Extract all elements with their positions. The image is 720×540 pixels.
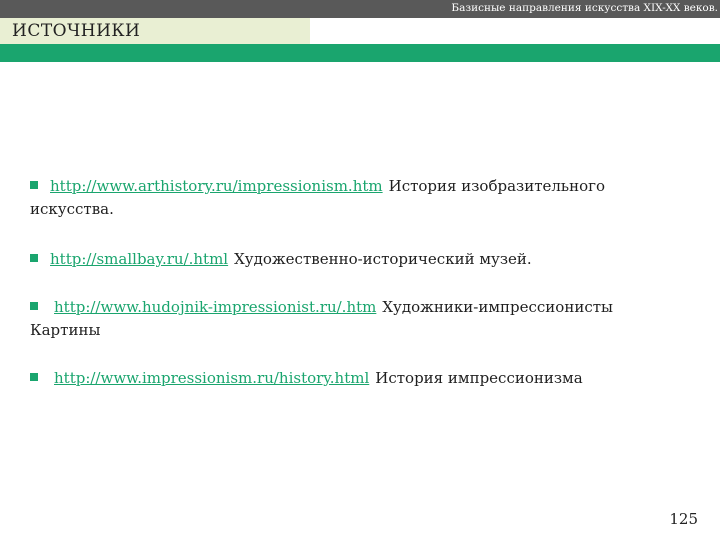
square-bullet-icon [30,373,38,381]
accent-bar [0,44,720,62]
source-description: Художественно-исторический музей. [234,250,532,268]
square-bullet-icon [30,254,38,262]
source-link[interactable]: http://www.impressionism.ru/history.html [54,369,369,387]
header-bar: Базисные направления искусства XIX-XX ве… [0,0,720,18]
source-description: Художники-импрессионисты [382,298,613,316]
course-title: Базисные направления искусства XIX-XX ве… [451,2,718,14]
source-link[interactable]: http://www.arthistory.ru/impressionism.h… [50,177,383,195]
square-bullet-icon [30,181,38,189]
source-link[interactable]: http://www.hudojnik-impressionist.ru/.ht… [54,298,376,316]
section-title: ИСТОЧНИКИ [12,21,141,41]
source-description-continued: искусства. [30,200,114,218]
source-link[interactable]: http://smallbay.ru/.html [50,250,228,268]
source-item: http://smallbay.ru/.html Художественно-ис… [30,248,700,270]
source-description: История изобразительного [388,177,606,195]
source-description-continued: Картины [30,321,101,339]
source-item: http://www.impressionism.ru/history.html… [30,367,700,389]
source-item: http://www.hudojnik-impressionist.ru/.ht… [30,296,700,341]
source-item: http://www.arthistory.ru/impressionism.h… [30,175,700,220]
source-description: История импрессионизма [375,369,583,387]
section-title-box: ИСТОЧНИКИ [0,18,310,44]
page-number: 125 [669,510,698,528]
square-bullet-icon [30,302,38,310]
